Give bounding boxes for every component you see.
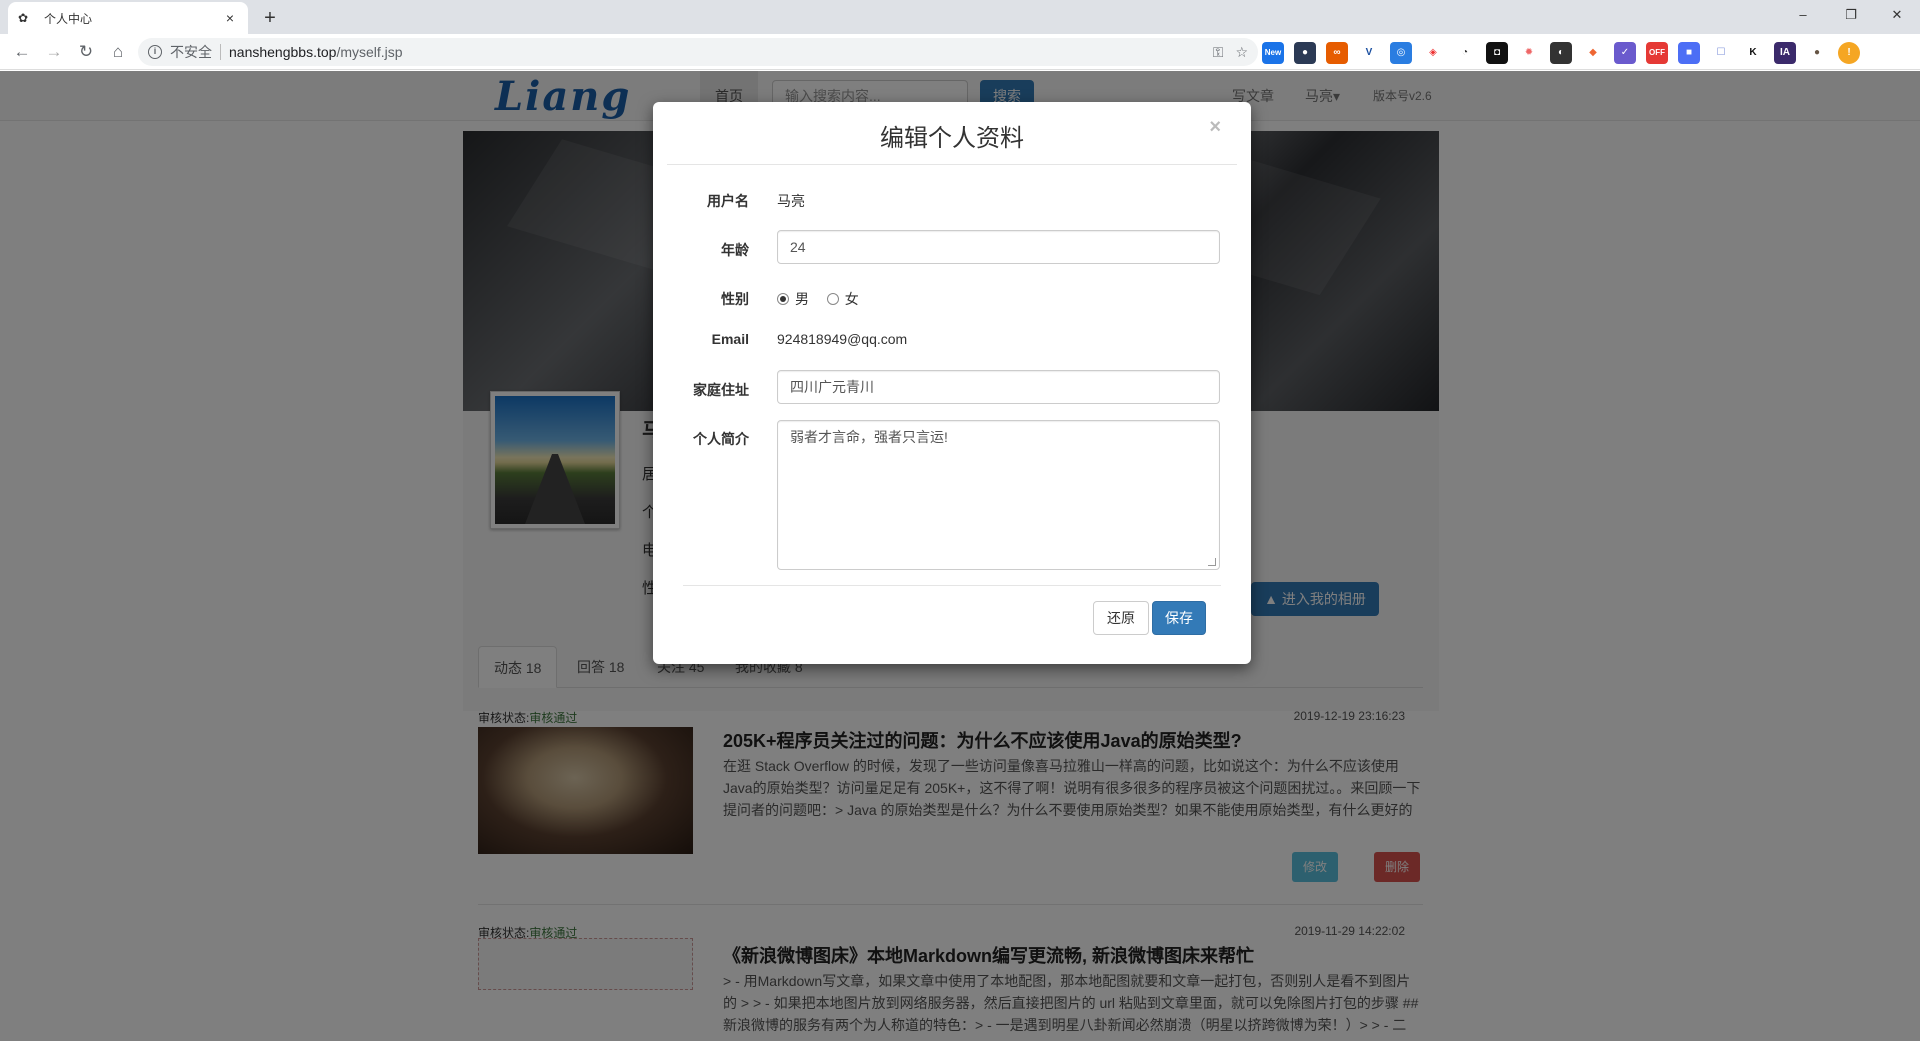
- extension-icon[interactable]: ◎: [1390, 42, 1412, 64]
- age-field[interactable]: 24: [777, 230, 1220, 264]
- email-label: Email: [711, 331, 749, 347]
- gender-male-radio[interactable]: [777, 293, 789, 305]
- insecure-label: 不安全: [170, 44, 212, 60]
- extension-icon[interactable]: ✓: [1614, 42, 1636, 64]
- forward-icon[interactable]: →: [42, 40, 66, 64]
- extension-icon[interactable]: ■: [1678, 42, 1700, 64]
- omnibox-divider: [220, 44, 221, 60]
- browser-tabstrip: ✿ 个人中心 × + – ❐ ✕: [0, 0, 1920, 34]
- home-icon[interactable]: ⌂: [106, 40, 130, 64]
- extension-icon[interactable]: ◆: [1582, 42, 1604, 64]
- extension-icon[interactable]: ✹: [1518, 42, 1540, 64]
- username-label: 用户名: [707, 193, 749, 209]
- url-path: /myself.jsp: [336, 44, 403, 60]
- reload-icon[interactable]: ↻: [74, 40, 98, 64]
- back-icon[interactable]: ←: [10, 40, 34, 64]
- site-favicon-icon: ✿: [18, 11, 29, 25]
- info-icon[interactable]: i: [148, 45, 162, 59]
- extension-icon[interactable]: ◘: [1486, 42, 1508, 64]
- edit-profile-modal: 编辑个人资料 × 用户名 马亮 年龄 24 性别 男 女 Email 92481…: [653, 102, 1251, 664]
- extension-off-icon[interactable]: OFF: [1646, 42, 1668, 64]
- alert-icon[interactable]: !: [1838, 42, 1860, 64]
- extension-icon[interactable]: ◐: [1550, 42, 1572, 64]
- extension-icon[interactable]: IA: [1774, 42, 1796, 64]
- bookmark-star-icon[interactable]: ☆: [1235, 44, 1248, 61]
- username-value: 马亮: [777, 193, 805, 209]
- gender-male-label[interactable]: 男: [795, 291, 809, 307]
- key-icon[interactable]: ⚿: [1213, 44, 1224, 61]
- extension-icon[interactable]: ●: [1294, 42, 1316, 64]
- modal-title: 编辑个人资料: [880, 125, 1024, 152]
- gender-female-label[interactable]: 女: [845, 291, 859, 307]
- bio-textarea[interactable]: 弱者才言命，强者只言运!: [777, 420, 1220, 570]
- browser-toolbar: ← → ↻ ⌂ i 不安全 nanshengbbs.top /myself.js…: [0, 34, 1920, 70]
- new-tab-button[interactable]: +: [258, 6, 282, 30]
- extensions-bar: New ● ∞ V ◎ ◈ ◔ ◘ ✹ ◐ ◆ ✓ OFF ■ ☐ K IA ●…: [1262, 42, 1860, 64]
- age-label: 年龄: [721, 242, 749, 258]
- modal-footer-divider: [683, 585, 1221, 586]
- extension-new-icon[interactable]: New: [1262, 42, 1284, 64]
- extension-icon[interactable]: K: [1742, 42, 1764, 64]
- bio-label: 个人简介: [693, 431, 749, 447]
- save-button[interactable]: 保存: [1152, 601, 1206, 635]
- url-host: nanshengbbs.top: [229, 44, 337, 60]
- close-icon[interactable]: ×: [1209, 116, 1221, 139]
- address-bar[interactable]: i 不安全 nanshengbbs.top /myself.jsp ⚿ ☆: [138, 38, 1258, 66]
- profile-avatar-icon[interactable]: ●: [1806, 42, 1828, 64]
- extension-icon[interactable]: ◔: [1454, 42, 1476, 64]
- browser-tab[interactable]: ✿ 个人中心 ×: [8, 2, 248, 34]
- email-value: 924818949@qq.com: [777, 331, 908, 347]
- resize-grip-icon[interactable]: [1208, 558, 1216, 566]
- bio-text: 弱者才言命，强者只言运!: [790, 429, 948, 445]
- gender-label: 性别: [721, 291, 749, 307]
- window-close-button[interactable]: ✕: [1874, 0, 1920, 30]
- extension-icon[interactable]: ∞: [1326, 42, 1348, 64]
- extension-icon[interactable]: V: [1358, 42, 1380, 64]
- restore-button[interactable]: ❐: [1828, 0, 1874, 30]
- tab-close-icon[interactable]: ×: [222, 10, 238, 26]
- extension-icon[interactable]: ◈: [1422, 42, 1444, 64]
- gender-female-radio[interactable]: [826, 293, 839, 305]
- extension-icon[interactable]: ☐: [1710, 42, 1732, 64]
- address-label: 家庭住址: [693, 382, 749, 398]
- minimize-button[interactable]: –: [1780, 0, 1826, 30]
- reset-button[interactable]: 还原: [1093, 601, 1149, 635]
- gender-radio-group: 男 女: [777, 289, 859, 309]
- modal-header-divider: [667, 164, 1237, 165]
- address-field[interactable]: 四川广元青川: [777, 370, 1220, 404]
- tab-title: 个人中心: [44, 11, 93, 26]
